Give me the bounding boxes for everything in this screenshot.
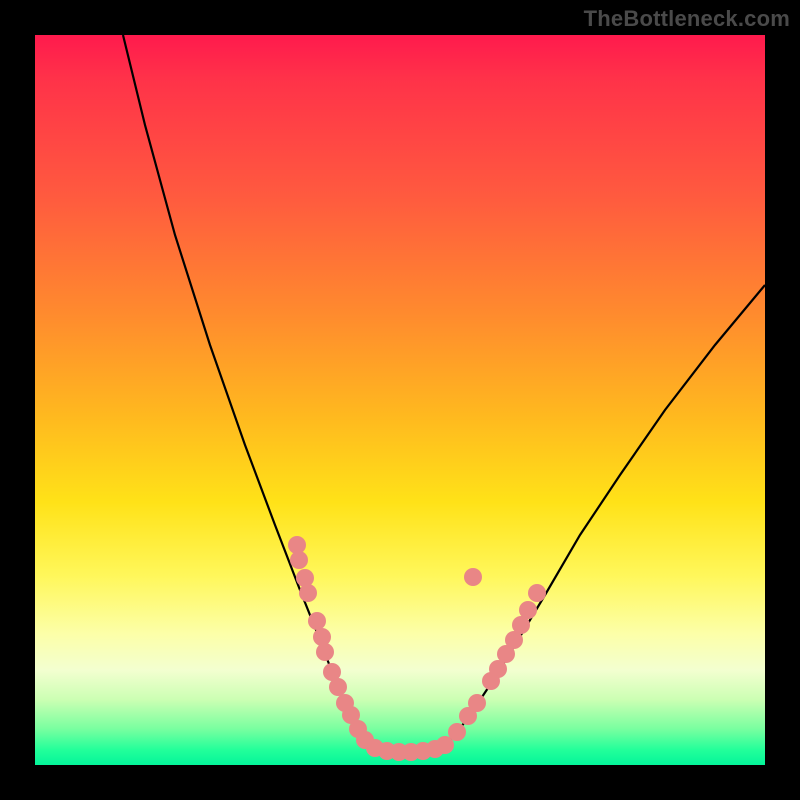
data-marker [299, 584, 317, 602]
data-marker [313, 628, 331, 646]
data-marker [464, 568, 482, 586]
markers-group [288, 536, 546, 761]
data-marker [519, 601, 537, 619]
chart-svg [35, 35, 765, 765]
data-marker [528, 584, 546, 602]
data-marker [448, 723, 466, 741]
data-marker [329, 678, 347, 696]
data-marker [308, 612, 326, 630]
chart-frame: TheBottleneck.com [0, 0, 800, 800]
data-marker [468, 694, 486, 712]
watermark-label: TheBottleneck.com [584, 6, 790, 32]
curve-group [123, 35, 765, 752]
data-marker [316, 643, 334, 661]
plot-area [35, 35, 765, 765]
data-marker [290, 551, 308, 569]
data-marker [296, 569, 314, 587]
bottleneck-curve [123, 35, 765, 752]
